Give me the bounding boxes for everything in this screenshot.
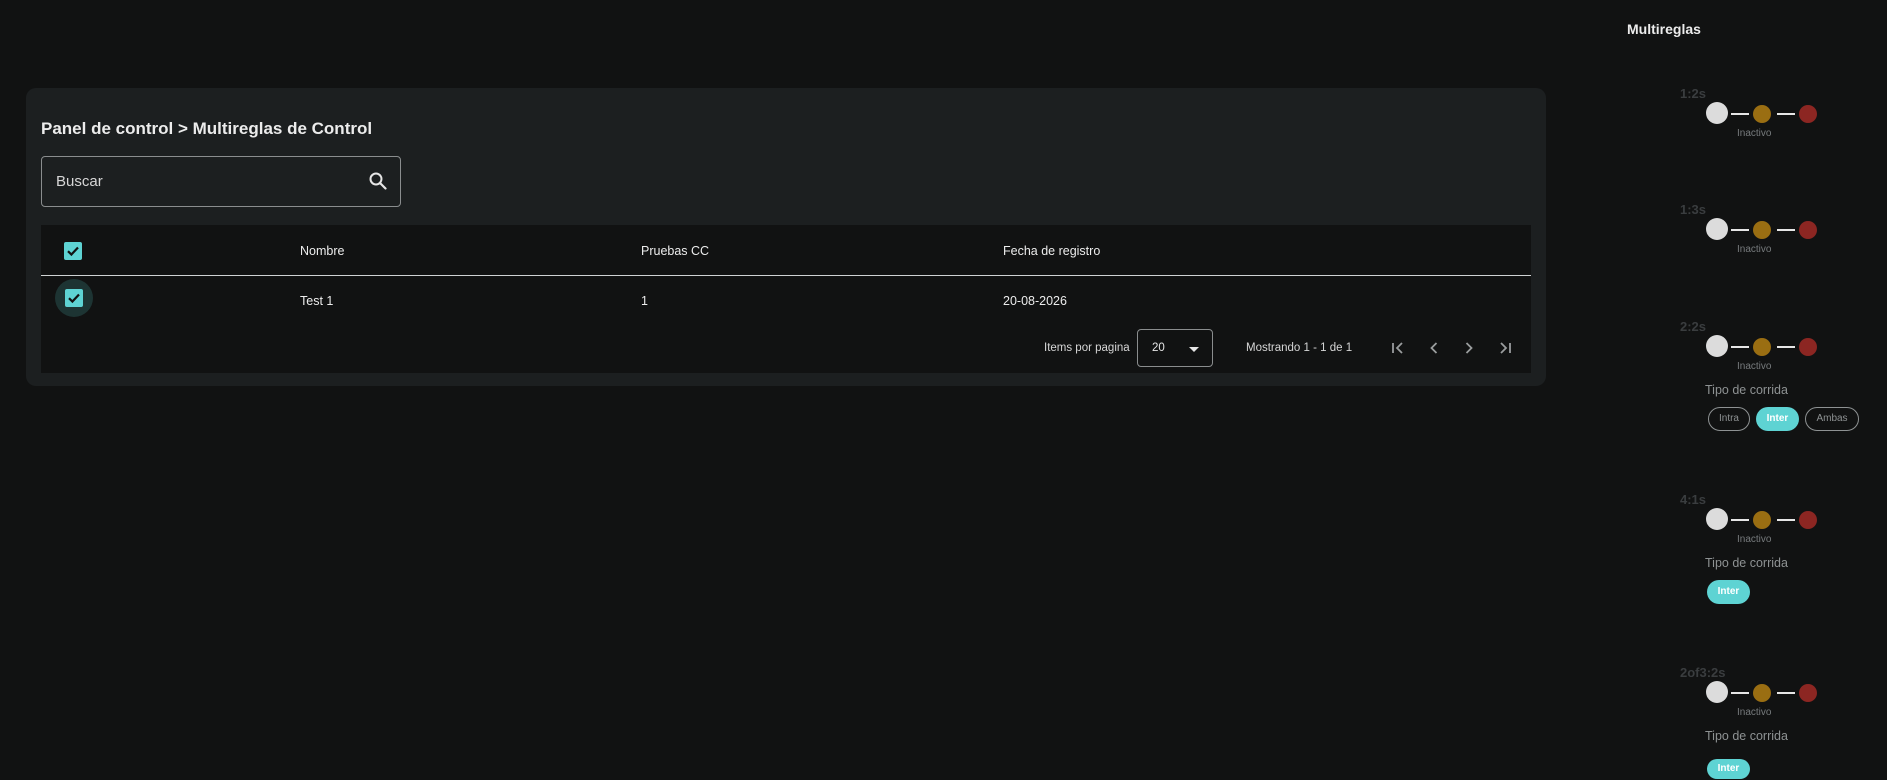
white-light-icon <box>1706 508 1728 530</box>
tipo-corrida-label: Tipo de corrida <box>1705 729 1788 743</box>
chip-inter[interactable]: Inter <box>1707 580 1750 604</box>
rules-table: Nombre Pruebas CC Fecha de registro Test… <box>41 225 1531 373</box>
amber-light-icon <box>1753 338 1771 356</box>
red-light-icon <box>1799 221 1817 239</box>
rule-name: 2:2s <box>1680 319 1707 334</box>
amber-light-icon <box>1753 684 1771 702</box>
red-light-icon <box>1799 338 1817 356</box>
white-light-icon <box>1706 335 1728 357</box>
amber-light-icon <box>1753 221 1771 239</box>
amber-light-icon <box>1753 511 1771 529</box>
status-lights <box>1706 218 1826 240</box>
breadcrumb: Panel de control > Multireglas de Contro… <box>41 119 373 138</box>
connector <box>1777 113 1795 115</box>
last-page-icon[interactable] <box>1495 338 1515 358</box>
connector <box>1731 346 1749 348</box>
connector <box>1777 519 1795 521</box>
main-card: Panel de control > Multireglas de Contro… <box>26 88 1546 386</box>
connector <box>1777 346 1795 348</box>
paginator: Items por pagina 20 Mostrando 1 - 1 de 1 <box>41 329 1531 367</box>
connector <box>1731 113 1749 115</box>
connector <box>1731 519 1749 521</box>
prev-page-icon[interactable] <box>1424 338 1444 358</box>
status-lights <box>1706 508 1826 530</box>
red-light-icon <box>1799 105 1817 123</box>
red-light-icon <box>1799 684 1817 702</box>
rule-status: Inactivo <box>1737 244 1772 255</box>
cell-nombre: Test 1 <box>300 294 334 308</box>
sidebar-title: Multireglas <box>1627 21 1701 37</box>
header-fecha-registro[interactable]: Fecha de registro <box>1003 244 1100 258</box>
rule-item-1-2s: 1:2s Inactivo <box>1680 86 1887 156</box>
connector <box>1777 692 1795 694</box>
amber-light-icon <box>1753 105 1771 123</box>
tipo-corrida-label: Tipo de corrida <box>1705 383 1788 397</box>
table-header-row: Nombre Pruebas CC Fecha de registro <box>41 225 1531 276</box>
rule-status: Inactivo <box>1737 361 1772 372</box>
status-lights <box>1706 335 1826 357</box>
connector <box>1777 229 1795 231</box>
rule-item-1-3s: 1:3s Inactivo <box>1680 202 1887 272</box>
rule-status: Inactivo <box>1737 128 1772 139</box>
rule-name: 2of3:2s <box>1680 665 1726 680</box>
rule-status: Inactivo <box>1737 707 1772 718</box>
status-lights <box>1706 102 1826 124</box>
cell-pruebas-cc: 1 <box>641 294 648 308</box>
rule-name: 1:3s <box>1680 202 1707 217</box>
status-lights <box>1706 681 1826 703</box>
white-light-icon <box>1706 681 1728 703</box>
row-checkbox[interactable] <box>65 289 83 307</box>
chip-intra[interactable]: Intra <box>1708 407 1750 431</box>
white-light-icon <box>1706 218 1728 240</box>
white-light-icon <box>1706 102 1728 124</box>
rule-name: 1:2s <box>1680 86 1707 101</box>
search-input[interactable] <box>56 157 346 206</box>
first-page-icon[interactable] <box>1388 338 1408 358</box>
rule-item-4-1s: 4:1s Inactivo Tipo de corrida Inter <box>1680 492 1887 612</box>
next-page-icon[interactable] <box>1459 338 1479 358</box>
rule-item-2-2s: 2:2s Inactivo Tipo de corrida Intra Inte… <box>1680 319 1887 439</box>
items-per-page-label: Items por pagina <box>1044 342 1130 354</box>
header-pruebas-cc[interactable]: Pruebas CC <box>641 244 709 258</box>
caret-down-icon <box>1189 347 1199 352</box>
red-light-icon <box>1799 511 1817 529</box>
connector <box>1731 692 1749 694</box>
page-size-select[interactable]: 20 <box>1137 329 1213 367</box>
select-all-checkbox[interactable] <box>64 242 82 260</box>
rule-item-2of3-2s: 2of3:2s Inactivo Tipo de corrida Inter <box>1680 665 1887 780</box>
chip-inter[interactable]: Inter <box>1756 407 1799 431</box>
tipo-corrida-label: Tipo de corrida <box>1705 556 1788 570</box>
rule-status: Inactivo <box>1737 534 1772 545</box>
chip-ambas[interactable]: Ambas <box>1805 407 1859 431</box>
header-nombre[interactable]: Nombre <box>300 244 344 258</box>
search-field[interactable] <box>41 156 401 207</box>
rule-name: 4:1s <box>1680 492 1707 507</box>
chip-inter[interactable]: Inter <box>1707 759 1750 779</box>
page-size-value: 20 <box>1152 342 1165 354</box>
cell-fecha-registro: 20-08-2026 <box>1003 294 1067 308</box>
connector <box>1731 229 1749 231</box>
search-icon[interactable] <box>368 171 388 191</box>
range-label: Mostrando 1 - 1 de 1 <box>1246 342 1353 354</box>
